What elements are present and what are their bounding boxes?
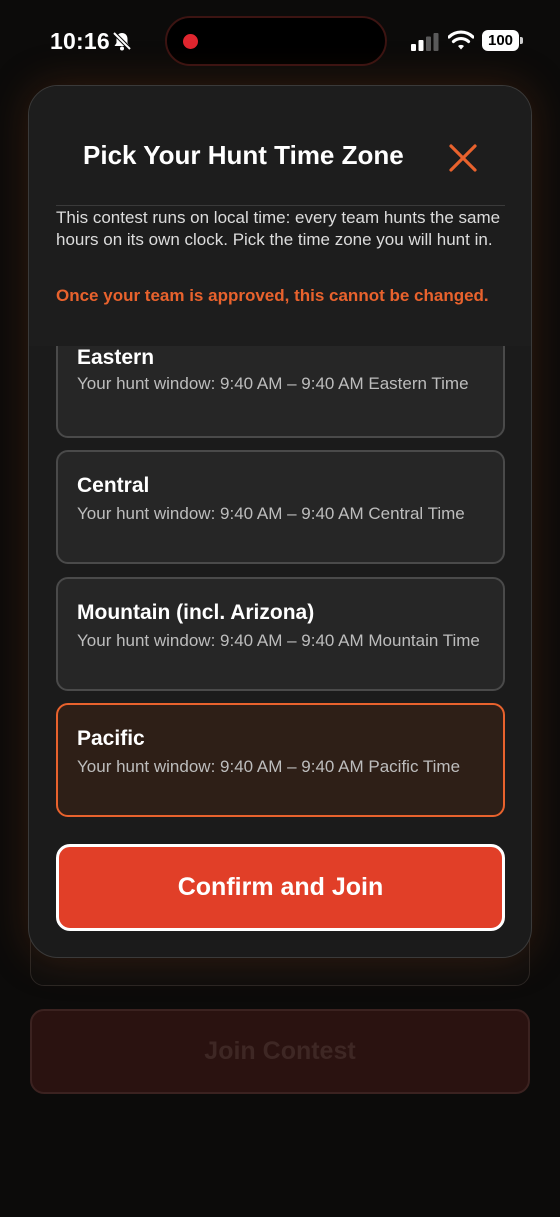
timezone-option-mountain[interactable]: Mountain (incl. Arizona) Your hunt windo… xyxy=(56,577,505,691)
time-zone-modal: Pick Your Hunt Time Zone This contest ru… xyxy=(28,85,532,958)
wifi-icon xyxy=(448,30,474,50)
modal-header: Pick Your Hunt Time Zone This contest ru… xyxy=(29,86,531,346)
timezone-option-central[interactable]: Central Your hunt window: 9:40 AM – 9:40… xyxy=(56,450,505,564)
option-name: Mountain (incl. Arizona) xyxy=(77,601,315,624)
modal-title: Pick Your Hunt Time Zone xyxy=(83,140,404,170)
modal-description: This contest runs on local time: every t… xyxy=(56,208,501,249)
option-name: Eastern xyxy=(77,346,155,369)
option-detail: Your hunt window: 9:40 AM – 9:40 AM East… xyxy=(77,374,469,393)
battery-tip xyxy=(520,37,523,44)
close-icon xyxy=(449,144,477,172)
close-button[interactable] xyxy=(443,138,483,178)
option-name: Central xyxy=(77,474,150,497)
option-name: Pacific xyxy=(77,727,145,750)
recording-indicator xyxy=(183,34,198,49)
confirm-and-join-button[interactable]: Confirm and Join xyxy=(56,844,505,931)
join-contest-label: Join Contest xyxy=(204,1037,356,1065)
battery-icon: 100 xyxy=(482,30,524,51)
option-detail: Your hunt window: 9:40 AM – 9:40 AM Moun… xyxy=(77,631,480,650)
header-divider xyxy=(56,205,505,206)
battery-level: 100 xyxy=(482,30,519,51)
option-detail: Your hunt window: 9:40 AM – 9:40 AM Paci… xyxy=(77,757,461,776)
option-detail: Your hunt window: 9:40 AM – 9:40 AM Cent… xyxy=(77,504,465,523)
bell-slash-icon xyxy=(112,31,132,51)
join-contest-button: Join Contest xyxy=(30,1009,530,1094)
cellular-signal-icon xyxy=(411,33,439,51)
modal-warning: Once your team is approved, this cannot … xyxy=(56,286,489,305)
dynamic-island xyxy=(165,16,387,66)
screen: 10:16 100 Join Contest Pick Your Hunt Ti… xyxy=(0,0,560,1217)
status-time: 10:16 xyxy=(50,28,110,54)
timezone-option-pacific[interactable]: Pacific Your hunt window: 9:40 AM – 9:40… xyxy=(56,703,505,817)
